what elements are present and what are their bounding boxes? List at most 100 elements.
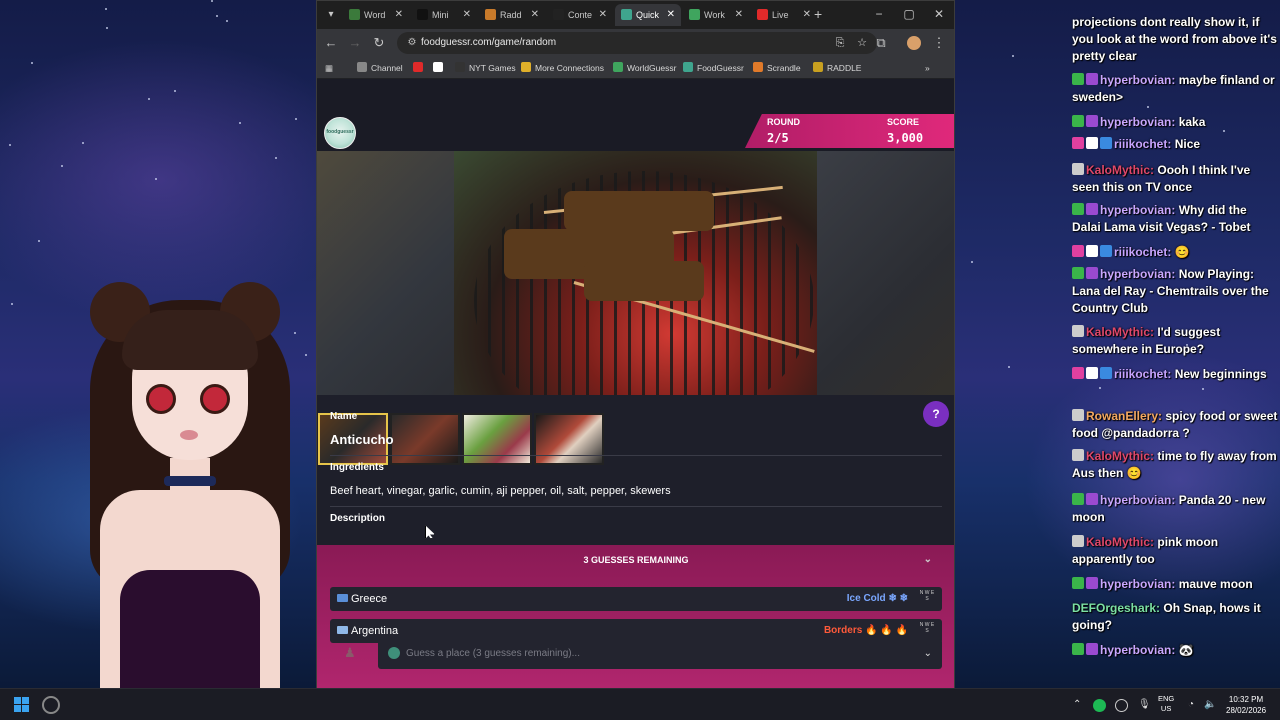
chat-badge-icon (1072, 325, 1084, 337)
browser-tab[interactable]: Mini ✕ (411, 4, 477, 26)
chat-badge-icon (1086, 493, 1098, 505)
dropdown-chevron-icon[interactable]: ⌄ (924, 639, 932, 669)
chat-message: riiikochet: 😊 (1072, 244, 1278, 261)
spotify-icon[interactable] (1093, 699, 1106, 712)
tab-close-icon[interactable]: ✕ (803, 4, 811, 26)
profile-avatar-icon[interactable] (907, 36, 921, 50)
clock-date: 28/02/2026 (1226, 706, 1267, 715)
star (31, 61, 34, 64)
chat-text: 😊 (1174, 245, 1190, 259)
tab-favicon-icon (757, 9, 768, 20)
bookmark-item[interactable] (413, 61, 427, 75)
new-tab-plus-icon[interactable]: + (814, 6, 822, 22)
tab-search-chevron-icon[interactable]: ▾ (323, 7, 339, 23)
star (82, 142, 85, 145)
guess-input[interactable]: Guess a place (3 guesses remaining)... ⌄ (378, 639, 942, 669)
chat-badge-icon (1086, 577, 1098, 589)
browser-tab[interactable]: Live ✕ (751, 4, 817, 26)
bookmarks-overflow-icon[interactable]: » (925, 61, 930, 75)
bookmark-star-icon[interactable]: ☆ (855, 36, 869, 50)
tab-label: Quick (636, 10, 660, 20)
wifi-icon[interactable]: ◔ (1188, 698, 1194, 712)
back-arrow-icon[interactable]: ← (323, 35, 339, 51)
taskbar-clock[interactable]: 10:32 PM 28/02/2026 (1226, 694, 1266, 716)
bookmark-item[interactable]: NYT Games (455, 61, 516, 75)
score-label: SCORE (887, 117, 920, 127)
tab-label: Live (772, 10, 789, 20)
tab-close-icon[interactable]: ✕ (463, 4, 471, 26)
bookmark-item[interactable]: FoodGuessr (683, 61, 744, 75)
help-question-icon[interactable]: ? (923, 401, 949, 427)
guess-hint-text: Borders (823, 625, 863, 636)
map-pin-icon[interactable]: ♟ (344, 645, 358, 661)
food-photo[interactable] (454, 151, 818, 395)
chat-badge-icon (1086, 137, 1098, 149)
bookmark-item[interactable] (433, 61, 447, 75)
star (147, 97, 150, 100)
thumbnail-3[interactable] (462, 413, 532, 465)
install-app-icon[interactable]: ⎘ (833, 36, 847, 50)
tab-close-icon[interactable]: ✕ (531, 4, 539, 26)
browser-tab[interactable]: Radd ✕ (479, 4, 545, 26)
app-tray-icon[interactable] (1115, 699, 1128, 712)
guess-input-placeholder: Guess a place (3 guesses remaining)... (406, 648, 580, 659)
microphone-icon[interactable]: 🎙 (1138, 698, 1151, 712)
bookmark-item[interactable]: RADDLE (813, 61, 861, 75)
guesses-remaining-text: 3 GUESSES REMAINING (583, 555, 689, 565)
bookmark-item[interactable]: WorldGuessr (613, 61, 676, 75)
browser-tab[interactable]: Quick ✕ (615, 4, 681, 26)
thumbnail-2[interactable] (390, 413, 460, 465)
chat-message: hyperbovian: Why did the Dalai Lama visi… (1072, 202, 1278, 236)
settings-gear-icon[interactable] (42, 696, 60, 714)
stream-chat: projections dont really show it, if you … (1068, 12, 1280, 680)
bookmark-item[interactable]: Scrandle (753, 61, 801, 75)
avatar-bangs (122, 310, 258, 370)
chat-badge-icon (1072, 367, 1084, 379)
extensions-puzzle-icon[interactable]: ⧉ (873, 35, 889, 51)
chat-username: hyperbovian: (1100, 73, 1176, 87)
star (37, 240, 40, 243)
thumbnail-4[interactable] (534, 413, 604, 465)
windows-start-icon[interactable] (14, 697, 30, 713)
reload-icon[interactable]: ↻ (371, 35, 387, 51)
bookmark-favicon-icon (753, 62, 763, 72)
browser-tab[interactable]: Conte ✕ (547, 4, 613, 26)
foodguessr-logo[interactable]: foodguessr (324, 117, 356, 149)
chat-badge-icon (1100, 245, 1112, 257)
tab-label: Conte (568, 10, 593, 20)
tab-label: Work (704, 10, 725, 20)
tab-label: Radd (500, 10, 522, 20)
browser-tab[interactable]: Work ✕ (683, 4, 749, 26)
forward-arrow-icon[interactable]: → (347, 35, 363, 51)
volume-icon[interactable]: 🔈 (1204, 698, 1216, 712)
tab-close-icon[interactable]: ✕ (667, 4, 675, 26)
tray-chevron-up-icon[interactable]: ⌃ (1073, 698, 1081, 712)
bookmark-favicon-icon (813, 62, 823, 72)
address-bar[interactable]: ⚙ foodguessr.com/game/random ⎘ ☆ (397, 32, 877, 54)
bookmark-item[interactable]: Channel (357, 61, 403, 75)
site-info-icon[interactable]: ⚙ (405, 36, 419, 50)
url-text[interactable]: foodguessr.com/game/random (421, 32, 556, 54)
country-flag-icon (337, 626, 348, 634)
keyboard-region: US (1160, 704, 1172, 713)
close-window-icon[interactable]: ✕ (930, 6, 948, 22)
menu-kebab-icon[interactable]: ⋮ (931, 35, 947, 51)
chat-username: hyperbovian: (1100, 577, 1176, 591)
minimize-icon[interactable]: − (870, 6, 888, 22)
tab-close-icon[interactable]: ✕ (599, 4, 607, 26)
bookmark-favicon-icon (413, 62, 423, 72)
food-image-area (317, 151, 954, 465)
avatar-dress (120, 570, 260, 688)
tab-favicon-icon (485, 9, 496, 20)
guesses-remaining-header[interactable]: 3 GUESSES REMAINING ⌄ (330, 545, 942, 575)
collapse-chevron-icon[interactable]: ⌄ (924, 545, 932, 575)
apps-grid-icon[interactable]: ▦ (325, 61, 333, 75)
avatar-eye-left (146, 384, 176, 414)
language-indicator[interactable]: ENG US (1158, 694, 1174, 714)
tab-close-icon[interactable]: ✕ (735, 4, 743, 26)
chat-badge-icon (1100, 137, 1112, 149)
maximize-icon[interactable]: ▢ (900, 6, 918, 22)
tab-close-icon[interactable]: ✕ (395, 4, 403, 26)
browser-tab[interactable]: Word ✕ (343, 4, 409, 26)
bookmark-item[interactable]: More Connections (521, 61, 604, 75)
